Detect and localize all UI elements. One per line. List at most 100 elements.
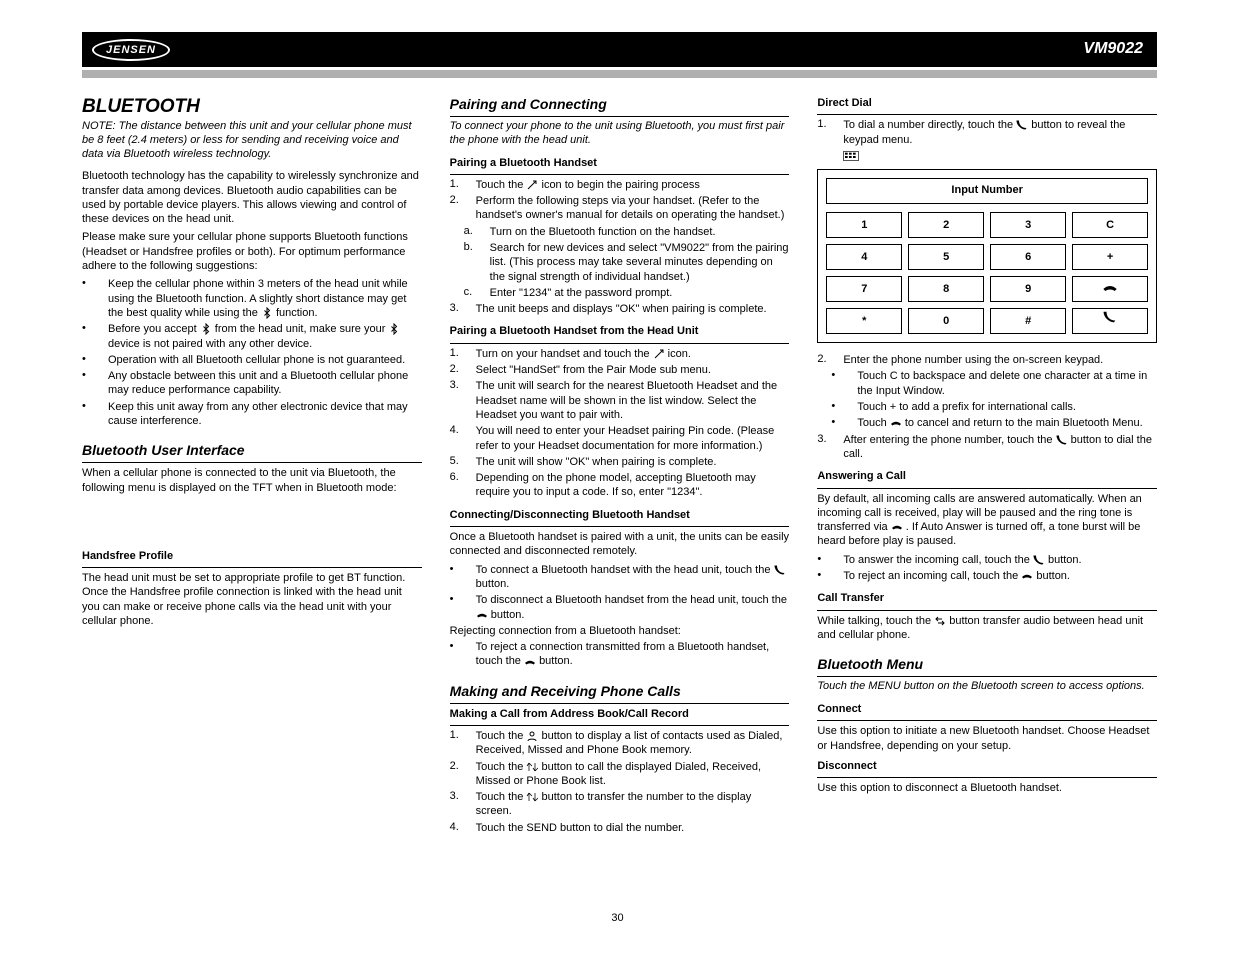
rule xyxy=(82,462,422,463)
kp-step-3: 3. After entering the phone number, touc… xyxy=(817,433,1157,462)
pair-icon xyxy=(526,179,538,191)
cd-b3a: To reject a connection transmitted from … xyxy=(476,641,770,667)
keypad-key-0: 1 xyxy=(826,212,902,238)
column-1: BLUETOOTH NOTE: The distance between thi… xyxy=(82,96,422,914)
rule xyxy=(450,116,790,117)
rule xyxy=(817,777,1157,778)
hangup-icon xyxy=(524,656,536,668)
distance-note: NOTE: The distance between this unit and… xyxy=(82,120,422,161)
ac-b1b: button. xyxy=(1048,554,1082,566)
section-title-bluetooth: BLUETOOTH xyxy=(82,96,422,118)
connect-option-title: Connect xyxy=(817,702,1157,716)
model-number: VM9022 xyxy=(1083,40,1143,58)
keypad-key-13: 0 xyxy=(908,308,984,334)
page-content: BLUETOOTH NOTE: The distance between thi… xyxy=(82,96,1157,914)
hu-step-3: 3.The unit will search for the nearest B… xyxy=(450,379,790,422)
keypad-key-5: 5 xyxy=(908,244,984,270)
bluetooth-intro-1: Bluetooth technology has the capability … xyxy=(82,169,422,226)
ct-pa: While talking, touch the xyxy=(817,615,934,627)
ph-step-2c: c.Enter "1234" at the password prompt. xyxy=(450,286,790,300)
cd-b1a: To connect a Bluetooth handset with the … xyxy=(476,564,774,576)
ac-b1a: To answer the incoming call, touch the xyxy=(843,554,1033,566)
heading-calls: Making and Receiving Phone Calls xyxy=(450,683,790,699)
cd-b2b: button. xyxy=(491,609,525,621)
rule xyxy=(450,703,790,704)
rule xyxy=(817,488,1157,489)
phone-icon xyxy=(1033,554,1045,566)
keypad-key-7: + xyxy=(1072,244,1148,270)
mc-step-1: 1. Touch the button to display a list of… xyxy=(450,729,790,758)
pairing-sub: To connect your phone to the unit using … xyxy=(450,120,790,148)
brand-logo: JENSEN xyxy=(92,39,170,61)
mc-step-2: 2. Touch the button to call the displaye… xyxy=(450,760,790,789)
phone-icon xyxy=(1016,119,1028,131)
rule xyxy=(817,610,1157,611)
hangup-icon xyxy=(1021,570,1033,582)
answer-call-title: Answering a Call xyxy=(817,469,1157,483)
handsfree-body: The head unit must be set to appropriate… xyxy=(82,571,422,628)
suggestion-2b: from the head unit, make sure your xyxy=(215,323,386,335)
rule xyxy=(450,526,790,527)
ph-s1b: icon to begin the pairing process xyxy=(542,179,700,191)
bt-menu-sub: Touch the MENU button on the Bluetooth s… xyxy=(817,680,1157,694)
hu-step-5: 5.The unit will show "OK" when pairing i… xyxy=(450,455,790,469)
disconnect-option-body: Use this option to disconnect a Bluetoot… xyxy=(817,781,1157,795)
rule xyxy=(817,114,1157,115)
pair-handset-title: Pairing a Bluetooth Handset xyxy=(450,156,790,170)
hu-step-6: 6.Depending on the phone model, acceptin… xyxy=(450,471,790,500)
answer-call-body: By default, all incoming calls are answe… xyxy=(817,492,1157,549)
hu-step-4: 4.You will need to enter your Headset pa… xyxy=(450,424,790,453)
rule xyxy=(817,720,1157,721)
hangup-icon xyxy=(890,417,902,429)
connect-option-body: Use this option to initiate a new Blueto… xyxy=(817,724,1157,753)
suggestion-2c: device is not paired with any other devi… xyxy=(108,338,312,350)
keypad-key-12: * xyxy=(826,308,902,334)
phone-icon xyxy=(774,564,786,576)
ph-step-1: 1. Touch the icon to begin the pairing p… xyxy=(450,178,790,192)
bluetooth-icon xyxy=(200,323,212,335)
cd-b2a: To disconnect a Bluetooth handset from t… xyxy=(476,594,787,606)
suggestion-4: •Any obstacle between this unit and a Bl… xyxy=(82,369,422,398)
kp-step-2: 2.Enter the phone number using the on-sc… xyxy=(817,353,1157,367)
heading-pairing: Pairing and Connecting xyxy=(450,96,790,112)
page-number: 30 xyxy=(0,912,1235,924)
ac-b2a: To reject an incoming call, touch the xyxy=(843,570,1021,582)
hangup-icon xyxy=(891,521,903,533)
rule xyxy=(450,343,790,344)
keypad-key-4: 4 xyxy=(826,244,902,270)
dd-step-keypad-icon xyxy=(817,149,1157,163)
call-transfer-title: Call Transfer xyxy=(817,591,1157,605)
keypad-key-9: 8 xyxy=(908,276,984,302)
pair-icon xyxy=(653,348,665,360)
rule xyxy=(450,725,790,726)
dd-step-1: 1. To dial a number directly, touch the … xyxy=(817,118,1157,147)
suggestion-1b: using the xyxy=(213,307,261,319)
ac-bullet-2: • To reject an incoming call, touch the … xyxy=(817,569,1157,583)
hu-s1b: icon. xyxy=(668,348,691,360)
cd-b3b: button. xyxy=(539,655,573,667)
suggestion-1: • Keep the cellular phone within 3 meter… xyxy=(82,277,422,320)
keypad-key-11 xyxy=(1072,276,1148,302)
hu-s1a: Turn on your handset and touch the xyxy=(476,348,653,360)
kp-s3a: After entering the phone number, touch t… xyxy=(843,434,1055,446)
ph-step-2b: b.Search for new devices and select "VM9… xyxy=(450,241,790,284)
kp-step-2a: •Touch C to backspace and delete one cha… xyxy=(817,369,1157,398)
cd-reject-label: Rejecting connection from a Bluetooth ha… xyxy=(450,624,790,638)
bluetooth-icon xyxy=(388,323,400,335)
keypad-key-6: 6 xyxy=(990,244,1066,270)
kp-step-2c: • Touch to cancel and return to the main… xyxy=(817,416,1157,430)
phone-icon xyxy=(1056,434,1068,446)
direct-dial-title: Direct Dial xyxy=(817,96,1157,110)
kp-s2c-b: to cancel and return to the main Bluetoo… xyxy=(905,417,1143,429)
suggestion-2a: Before you accept xyxy=(108,323,200,335)
suggestion-1c: function. xyxy=(276,307,318,319)
hu-step-1: 1. Turn on your handset and touch the ic… xyxy=(450,347,790,361)
keypad-grid: 123C456+789*0# xyxy=(826,212,1148,334)
mc-s3a: Touch the xyxy=(476,791,527,803)
cd-b1b: button. xyxy=(476,578,510,590)
handsfree-title: Handsfree Profile xyxy=(82,549,422,563)
ph-step-2: 2.Perform the following steps via your h… xyxy=(450,194,790,223)
mc-s1a: Touch the xyxy=(476,730,527,742)
column-3: Direct Dial 1. To dial a number directly… xyxy=(817,96,1157,914)
keypad-key-3: C xyxy=(1072,212,1148,238)
